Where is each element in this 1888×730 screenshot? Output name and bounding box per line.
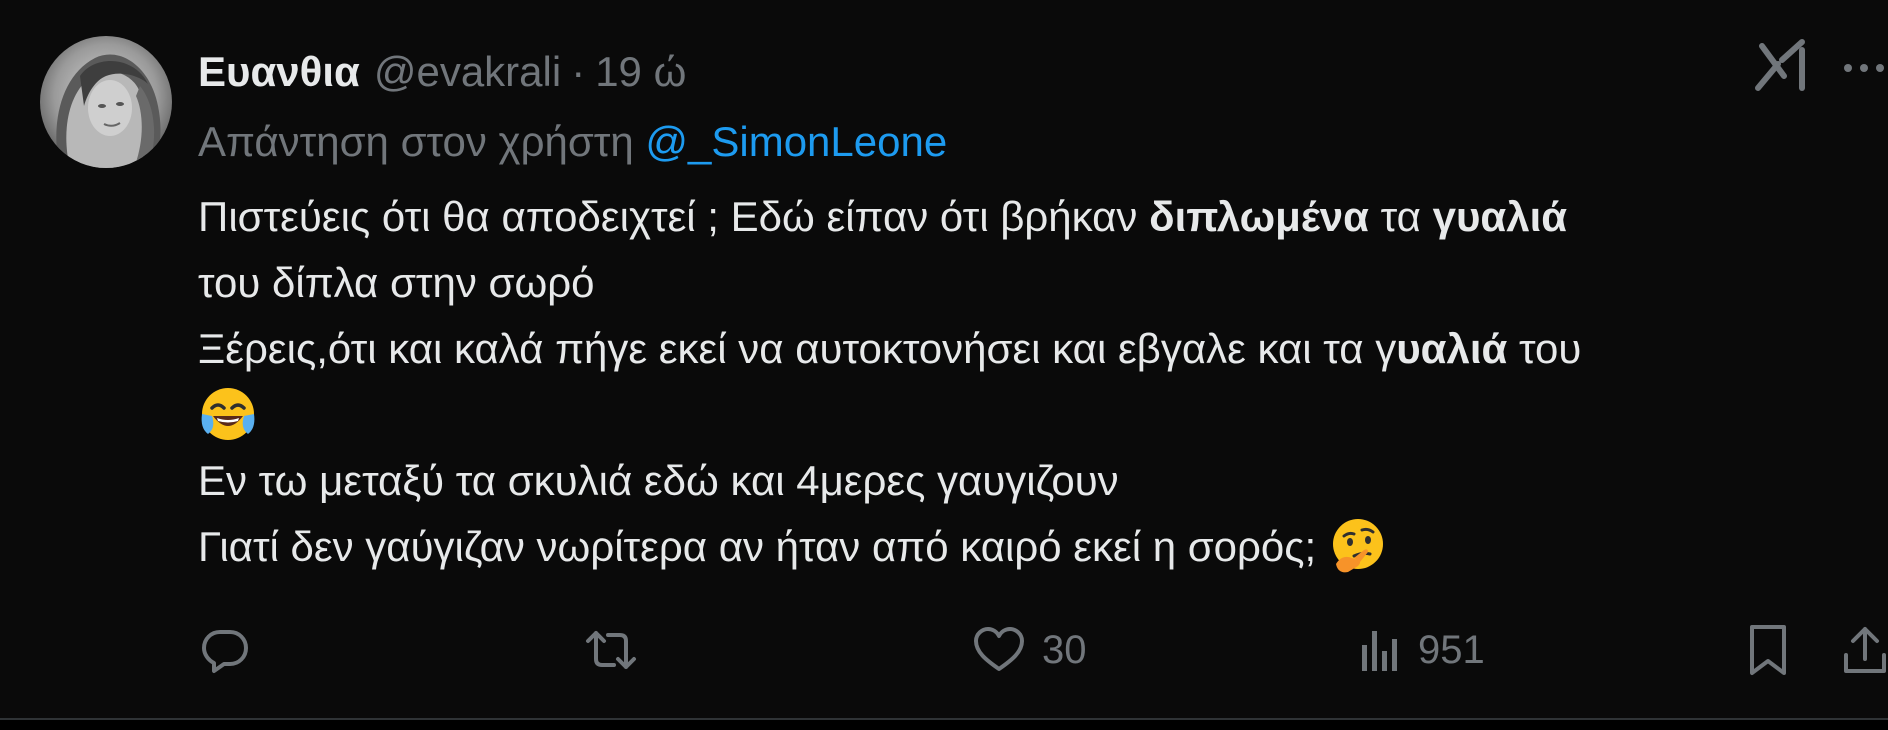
text-segment: Πιστεύεις ότι θα αποδειχτεί ; Εδώ είπαν … <box>198 193 1150 240</box>
avatar[interactable] <box>40 36 172 168</box>
grok-icon[interactable] <box>1752 36 1812 96</box>
reply-mention-link[interactable]: @_SimonLeone <box>645 118 947 165</box>
tweet-text-line: Ξέρεις,ότι και καλά πήγε εκεί να αυτοκτο… <box>198 316 1888 382</box>
reply-prefix: Απάντηση στον χρήστη <box>198 118 634 165</box>
reply-context: Απάντηση στον χρήστη @_SimonLeone <box>198 112 947 172</box>
views-button[interactable]: 951 <box>1358 610 1485 690</box>
tweet-timestamp[interactable]: 19 ώ <box>595 44 686 100</box>
repost-button[interactable] <box>584 610 654 690</box>
share-button[interactable] <box>1842 610 1888 690</box>
tweet-text: Πιστεύεις ότι θα αποδειχτεί ; Εδώ είπαν … <box>198 184 1888 580</box>
text-segment-bold: γυαλιά <box>1432 193 1568 240</box>
tweet-divider <box>0 718 1888 730</box>
reply-button[interactable] <box>200 610 266 690</box>
views-count: 951 <box>1418 627 1485 672</box>
like-button[interactable]: 30 <box>972 610 1087 690</box>
tweet-text-line: Εν τω μεταξύ τα σκυλιά εδώ και 4μερες γα… <box>198 448 1888 514</box>
heart-icon <box>972 625 1026 675</box>
reply-icon <box>200 625 250 675</box>
text-segment-bold: διπλωμένα <box>1149 193 1369 240</box>
tweet-action-bar: 30 951 <box>0 610 1888 690</box>
header-separator: · <box>571 48 586 95</box>
more-icon[interactable] <box>1840 44 1888 92</box>
thinking-face-emoji <box>1328 516 1388 576</box>
tweet-text-line <box>198 382 1888 448</box>
share-icon <box>1842 623 1888 677</box>
tweet-header: Ευανθια @evakrali · 19 ώ <box>198 44 686 100</box>
tweet-text-line: Πιστεύεις ότι θα αποδειχτεί ; Εδώ είπαν … <box>198 184 1888 250</box>
repost-icon <box>584 625 638 675</box>
text-segment: Εν τω μεταξύ τα σκυλιά εδώ και 4μερες γα… <box>198 457 1119 504</box>
tweet-text-line: Γιατί δεν γαύγιζαν νωρίτερα αν ήταν από … <box>198 514 1888 580</box>
text-segment-bold: υαλιά <box>1396 325 1508 372</box>
tweet-text-line: του δίπλα στην σωρό <box>198 250 1888 316</box>
author-handle[interactable]: @evakrali <box>374 44 561 100</box>
text-segment: Ξέρεις,ότι και καλά πήγε εκεί να αυτοκτο… <box>198 325 1397 372</box>
face-with-tears-of-joy-emoji <box>198 384 258 444</box>
tweet-card[interactable]: Ευανθια @evakrali · 19 ώ Απάντηση στον χ… <box>0 0 1888 718</box>
bookmark-icon <box>1746 623 1790 677</box>
text-segment: τα <box>1368 193 1433 240</box>
text-segment: Γιατί δεν γαύγιζαν νωρίτερα αν ήταν από … <box>198 523 1328 570</box>
like-count: 30 <box>1042 627 1087 672</box>
views-icon <box>1358 625 1402 675</box>
text-segment: του δίπλα στην σωρό <box>198 259 595 306</box>
bookmark-button[interactable] <box>1746 610 1790 690</box>
author-display-name[interactable]: Ευανθια <box>198 44 360 100</box>
text-segment: του <box>1507 325 1582 372</box>
